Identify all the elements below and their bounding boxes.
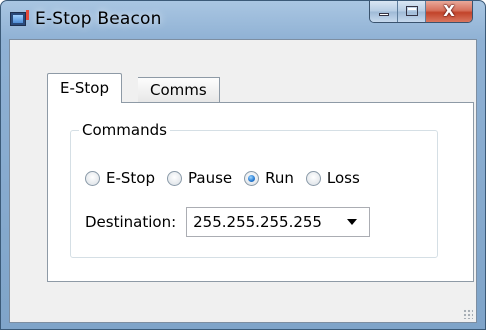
- tab-comms[interactable]: Comms: [138, 77, 220, 103]
- destination-label: Destination:: [85, 213, 177, 231]
- destination-row: Destination: 255.255.255.255: [85, 207, 371, 237]
- radio-run[interactable]: Run: [244, 169, 294, 187]
- main-window: E-Stop Beacon X E-Stop Comms Commands E-: [0, 0, 486, 330]
- tab-estop[interactable]: E-Stop: [47, 73, 122, 103]
- destination-combobox[interactable]: 255.255.255.255: [186, 207, 371, 237]
- radio-pause[interactable]: Pause: [167, 169, 232, 187]
- maximize-button[interactable]: [398, 1, 426, 22]
- close-button[interactable]: X: [426, 1, 472, 22]
- minimize-button[interactable]: [370, 1, 398, 22]
- chevron-down-icon[interactable]: [347, 219, 358, 225]
- client-area: E-Stop Comms Commands E-Stop Pause Run L…: [9, 39, 477, 323]
- destination-value: 255.255.255.255: [193, 213, 322, 231]
- window-title: E-Stop Beacon: [35, 9, 162, 29]
- command-radio-row: E-Stop Pause Run Loss: [85, 169, 372, 187]
- radio-run-label: Run: [265, 169, 294, 187]
- resize-grip-icon[interactable]: [463, 309, 473, 319]
- close-icon: X: [443, 2, 455, 20]
- maximize-icon: [406, 6, 418, 16]
- radio-estop[interactable]: E-Stop: [85, 169, 155, 187]
- radio-estop-indicator[interactable]: [85, 170, 100, 186]
- commands-group-title: Commands: [79, 121, 170, 139]
- radio-run-indicator[interactable]: [244, 170, 260, 186]
- radio-loss[interactable]: Loss: [305, 169, 360, 187]
- radio-estop-label: E-Stop: [106, 169, 155, 187]
- minimize-icon: [379, 13, 389, 16]
- commands-group: Commands E-Stop Pause Run Loss Destinati…: [70, 121, 438, 258]
- app-icon[interactable]: [10, 10, 29, 26]
- radio-loss-label: Loss: [326, 169, 360, 187]
- caption-buttons: X: [369, 1, 473, 23]
- title-bar[interactable]: E-Stop Beacon X: [1, 1, 485, 39]
- radio-pause-indicator[interactable]: [167, 170, 182, 186]
- radio-loss-indicator[interactable]: [305, 170, 321, 186]
- radio-pause-label: Pause: [188, 169, 233, 187]
- tab-pane-estop: Commands E-Stop Pause Run Loss Destinati…: [47, 102, 474, 282]
